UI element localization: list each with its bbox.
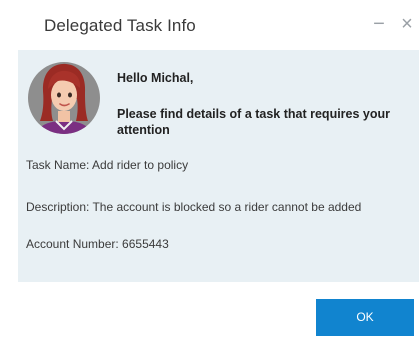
close-icon[interactable]: × bbox=[396, 12, 418, 36]
account-number-line: Account Number: 6655443 bbox=[26, 237, 169, 251]
woman-avatar-icon bbox=[28, 62, 100, 134]
task-message: Please find details of a task that requi… bbox=[117, 107, 391, 137]
task-name-line: Task Name: Add rider to policy bbox=[26, 158, 189, 172]
dialog-footer: OK bbox=[18, 282, 419, 340]
greeting-text: Hello Michal, bbox=[117, 71, 194, 85]
task-description-line: Description: The account is blocked so a… bbox=[26, 200, 362, 214]
delegated-task-dialog: Delegated Task Info − × Hello Michal, Pl… bbox=[18, 0, 419, 340]
ok-button[interactable]: OK bbox=[316, 299, 414, 336]
title-bar: Delegated Task Info − × bbox=[18, 0, 419, 50]
dialog-title: Delegated Task Info bbox=[44, 16, 196, 35]
task-content-panel: Hello Michal, Please find details of a t… bbox=[18, 50, 419, 282]
minimize-icon[interactable]: − bbox=[368, 12, 390, 36]
